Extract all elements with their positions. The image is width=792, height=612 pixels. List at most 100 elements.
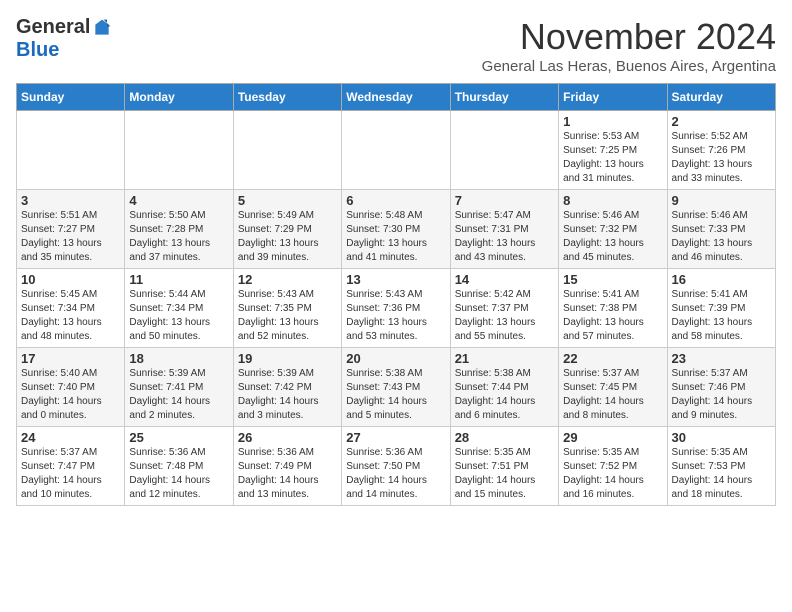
weekday-header-tuesday: Tuesday	[233, 84, 341, 111]
day-number: 23	[672, 351, 771, 366]
day-info: Sunrise: 5:40 AM Sunset: 7:40 PM Dayligh…	[21, 367, 120, 423]
calendar-cell: 23Sunrise: 5:37 AM Sunset: 7:46 PM Dayli…	[667, 348, 775, 427]
day-number: 15	[563, 272, 662, 287]
calendar-cell: 20Sunrise: 5:38 AM Sunset: 7:43 PM Dayli…	[342, 348, 450, 427]
day-number: 16	[672, 272, 771, 287]
calendar-cell: 5Sunrise: 5:49 AM Sunset: 7:29 PM Daylig…	[233, 190, 341, 269]
title-block: November 2024 General Las Heras, Buenos …	[482, 16, 776, 75]
day-info: Sunrise: 5:41 AM Sunset: 7:39 PM Dayligh…	[672, 288, 771, 344]
calendar-cell: 14Sunrise: 5:42 AM Sunset: 7:37 PM Dayli…	[450, 269, 558, 348]
day-number: 8	[563, 193, 662, 208]
calendar-cell: 9Sunrise: 5:46 AM Sunset: 7:33 PM Daylig…	[667, 190, 775, 269]
calendar-cell: 11Sunrise: 5:44 AM Sunset: 7:34 PM Dayli…	[125, 269, 233, 348]
day-info: Sunrise: 5:45 AM Sunset: 7:34 PM Dayligh…	[21, 288, 120, 344]
day-number: 6	[346, 193, 445, 208]
weekday-header-monday: Monday	[125, 84, 233, 111]
calendar-cell: 6Sunrise: 5:48 AM Sunset: 7:30 PM Daylig…	[342, 190, 450, 269]
day-number: 24	[21, 430, 120, 445]
day-info: Sunrise: 5:41 AM Sunset: 7:38 PM Dayligh…	[563, 288, 662, 344]
calendar-week-row: 10Sunrise: 5:45 AM Sunset: 7:34 PM Dayli…	[17, 269, 776, 348]
calendar-week-row: 3Sunrise: 5:51 AM Sunset: 7:27 PM Daylig…	[17, 190, 776, 269]
calendar-cell: 29Sunrise: 5:35 AM Sunset: 7:52 PM Dayli…	[559, 427, 667, 506]
calendar-cell: 2Sunrise: 5:52 AM Sunset: 7:26 PM Daylig…	[667, 111, 775, 190]
calendar-cell	[125, 111, 233, 190]
day-number: 21	[455, 351, 554, 366]
calendar-cell: 21Sunrise: 5:38 AM Sunset: 7:44 PM Dayli…	[450, 348, 558, 427]
calendar-cell: 1Sunrise: 5:53 AM Sunset: 7:25 PM Daylig…	[559, 111, 667, 190]
calendar-cell	[342, 111, 450, 190]
calendar-cell: 8Sunrise: 5:46 AM Sunset: 7:32 PM Daylig…	[559, 190, 667, 269]
calendar-cell: 19Sunrise: 5:39 AM Sunset: 7:42 PM Dayli…	[233, 348, 341, 427]
day-info: Sunrise: 5:37 AM Sunset: 7:46 PM Dayligh…	[672, 367, 771, 423]
day-info: Sunrise: 5:49 AM Sunset: 7:29 PM Dayligh…	[238, 209, 337, 265]
day-number: 30	[672, 430, 771, 445]
calendar-cell	[450, 111, 558, 190]
day-info: Sunrise: 5:43 AM Sunset: 7:35 PM Dayligh…	[238, 288, 337, 344]
day-info: Sunrise: 5:52 AM Sunset: 7:26 PM Dayligh…	[672, 130, 771, 186]
calendar-week-row: 24Sunrise: 5:37 AM Sunset: 7:47 PM Dayli…	[17, 427, 776, 506]
calendar-cell	[233, 111, 341, 190]
day-number: 19	[238, 351, 337, 366]
day-info: Sunrise: 5:37 AM Sunset: 7:47 PM Dayligh…	[21, 446, 120, 502]
logo-general-text: General	[16, 16, 90, 39]
weekday-header-sunday: Sunday	[17, 84, 125, 111]
logo-blue-text: Blue	[16, 39, 59, 62]
day-number: 25	[129, 430, 228, 445]
day-info: Sunrise: 5:36 AM Sunset: 7:50 PM Dayligh…	[346, 446, 445, 502]
day-number: 10	[21, 272, 120, 287]
calendar-cell: 3Sunrise: 5:51 AM Sunset: 7:27 PM Daylig…	[17, 190, 125, 269]
calendar-cell: 18Sunrise: 5:39 AM Sunset: 7:41 PM Dayli…	[125, 348, 233, 427]
calendar-cell: 24Sunrise: 5:37 AM Sunset: 7:47 PM Dayli…	[17, 427, 125, 506]
day-number: 2	[672, 114, 771, 129]
day-info: Sunrise: 5:39 AM Sunset: 7:41 PM Dayligh…	[129, 367, 228, 423]
calendar-cell: 25Sunrise: 5:36 AM Sunset: 7:48 PM Dayli…	[125, 427, 233, 506]
calendar-week-row: 1Sunrise: 5:53 AM Sunset: 7:25 PM Daylig…	[17, 111, 776, 190]
calendar-cell: 15Sunrise: 5:41 AM Sunset: 7:38 PM Dayli…	[559, 269, 667, 348]
calendar-cell: 28Sunrise: 5:35 AM Sunset: 7:51 PM Dayli…	[450, 427, 558, 506]
day-number: 26	[238, 430, 337, 445]
day-info: Sunrise: 5:43 AM Sunset: 7:36 PM Dayligh…	[346, 288, 445, 344]
day-number: 27	[346, 430, 445, 445]
day-number: 4	[129, 193, 228, 208]
calendar-header-row: SundayMondayTuesdayWednesdayThursdayFrid…	[17, 84, 776, 111]
day-info: Sunrise: 5:35 AM Sunset: 7:52 PM Dayligh…	[563, 446, 662, 502]
day-number: 7	[455, 193, 554, 208]
day-number: 29	[563, 430, 662, 445]
day-number: 12	[238, 272, 337, 287]
day-info: Sunrise: 5:42 AM Sunset: 7:37 PM Dayligh…	[455, 288, 554, 344]
day-number: 22	[563, 351, 662, 366]
calendar-table: SundayMondayTuesdayWednesdayThursdayFrid…	[16, 83, 776, 506]
day-number: 5	[238, 193, 337, 208]
day-info: Sunrise: 5:44 AM Sunset: 7:34 PM Dayligh…	[129, 288, 228, 344]
calendar-cell: 26Sunrise: 5:36 AM Sunset: 7:49 PM Dayli…	[233, 427, 341, 506]
calendar-cell: 30Sunrise: 5:35 AM Sunset: 7:53 PM Dayli…	[667, 427, 775, 506]
weekday-header-wednesday: Wednesday	[342, 84, 450, 111]
logo-icon	[92, 18, 112, 38]
day-info: Sunrise: 5:47 AM Sunset: 7:31 PM Dayligh…	[455, 209, 554, 265]
day-info: Sunrise: 5:39 AM Sunset: 7:42 PM Dayligh…	[238, 367, 337, 423]
day-info: Sunrise: 5:51 AM Sunset: 7:27 PM Dayligh…	[21, 209, 120, 265]
calendar-cell: 13Sunrise: 5:43 AM Sunset: 7:36 PM Dayli…	[342, 269, 450, 348]
location-subtitle: General Las Heras, Buenos Aires, Argenti…	[482, 58, 776, 75]
day-number: 13	[346, 272, 445, 287]
calendar-cell: 17Sunrise: 5:40 AM Sunset: 7:40 PM Dayli…	[17, 348, 125, 427]
day-info: Sunrise: 5:38 AM Sunset: 7:44 PM Dayligh…	[455, 367, 554, 423]
day-info: Sunrise: 5:46 AM Sunset: 7:32 PM Dayligh…	[563, 209, 662, 265]
month-title: November 2024	[482, 16, 776, 58]
day-number: 9	[672, 193, 771, 208]
calendar-cell: 22Sunrise: 5:37 AM Sunset: 7:45 PM Dayli…	[559, 348, 667, 427]
day-info: Sunrise: 5:46 AM Sunset: 7:33 PM Dayligh…	[672, 209, 771, 265]
day-info: Sunrise: 5:36 AM Sunset: 7:48 PM Dayligh…	[129, 446, 228, 502]
day-number: 20	[346, 351, 445, 366]
weekday-header-friday: Friday	[559, 84, 667, 111]
day-info: Sunrise: 5:48 AM Sunset: 7:30 PM Dayligh…	[346, 209, 445, 265]
calendar-cell	[17, 111, 125, 190]
calendar-cell: 16Sunrise: 5:41 AM Sunset: 7:39 PM Dayli…	[667, 269, 775, 348]
calendar-cell: 7Sunrise: 5:47 AM Sunset: 7:31 PM Daylig…	[450, 190, 558, 269]
weekday-header-saturday: Saturday	[667, 84, 775, 111]
calendar-week-row: 17Sunrise: 5:40 AM Sunset: 7:40 PM Dayli…	[17, 348, 776, 427]
day-info: Sunrise: 5:35 AM Sunset: 7:51 PM Dayligh…	[455, 446, 554, 502]
weekday-header-thursday: Thursday	[450, 84, 558, 111]
page-header: General Blue November 2024 General Las H…	[16, 16, 776, 75]
day-info: Sunrise: 5:38 AM Sunset: 7:43 PM Dayligh…	[346, 367, 445, 423]
